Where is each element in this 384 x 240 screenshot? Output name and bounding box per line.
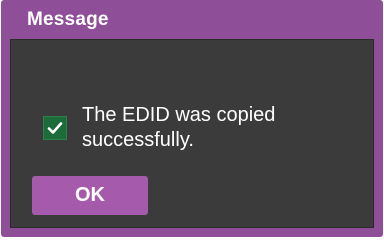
- dialog-title: Message: [27, 9, 109, 30]
- ok-button[interactable]: OK: [32, 176, 148, 215]
- dialog-body: The EDID was copied successfully. OK: [10, 39, 374, 228]
- checkmark-icon: [43, 116, 67, 140]
- message-dialog: Message The EDID was copied successfully…: [1, 0, 383, 237]
- dialog-message: The EDID was copied successfully.: [82, 104, 276, 151]
